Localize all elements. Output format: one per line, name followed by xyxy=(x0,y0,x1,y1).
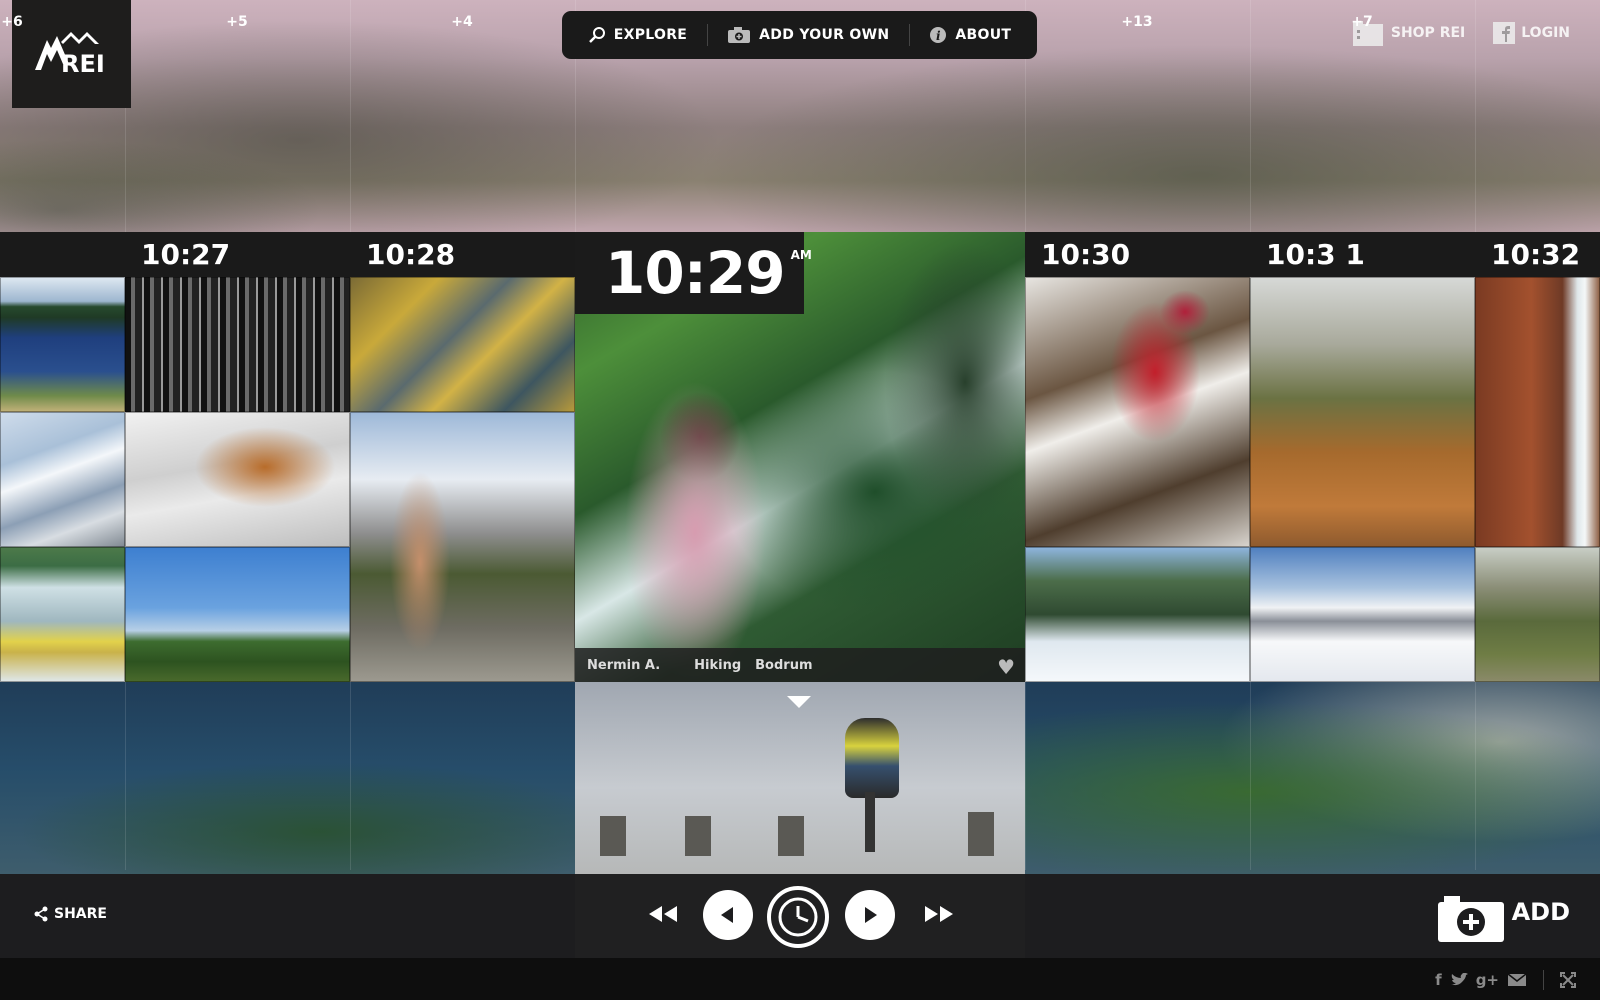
featured-location[interactable]: Bodrum xyxy=(755,658,812,673)
facebook-icon xyxy=(1493,22,1516,44)
trail-post xyxy=(600,816,626,856)
featured-clock: 10:29 AM xyxy=(575,232,812,314)
social-links: f g+ xyxy=(1435,970,1576,990)
add-photo-button[interactable]: ADD xyxy=(1437,894,1570,942)
nav-divider xyxy=(908,24,910,46)
more-photos-count[interactable]: +7 xyxy=(1351,14,1372,30)
add-camera-icon xyxy=(1437,896,1504,942)
trail-post xyxy=(685,816,711,856)
playback-controls-bar: SHARE ADD xyxy=(0,874,1600,958)
cyclist-video-panel[interactable] xyxy=(575,682,1025,874)
photo-snowy-forest[interactable] xyxy=(1025,547,1250,682)
photo-forest-sunburst[interactable] xyxy=(125,277,350,412)
add-label: ADD xyxy=(1511,898,1570,926)
google-plus-share-icon[interactable]: g+ xyxy=(1476,971,1499,989)
more-photos-count[interactable]: +13 xyxy=(1121,14,1152,30)
clock-icon xyxy=(778,897,818,937)
top-right-links: SHOP REI LOGIN xyxy=(1351,20,1570,46)
shop-rei-label: SHOP REI xyxy=(1390,25,1466,41)
photo-child-in-snow[interactable] xyxy=(1025,277,1250,547)
time-bar: 10:27 xyxy=(125,232,350,277)
previous-button[interactable] xyxy=(703,890,753,940)
bike-wheel xyxy=(865,792,875,852)
column-time: 10:27 xyxy=(141,238,231,271)
nav-explore[interactable]: EXPLORE xyxy=(588,26,687,44)
trail-post xyxy=(968,812,994,856)
more-photos-count[interactable]: +4 xyxy=(451,14,472,30)
like-heart-icon[interactable]: ♥ xyxy=(997,655,1015,679)
time-bar-blank xyxy=(0,232,125,277)
featured-user[interactable]: Nermin A. xyxy=(587,658,660,673)
trail-post xyxy=(778,816,804,856)
share-label: SHARE xyxy=(54,906,107,922)
previous-icon xyxy=(721,907,733,923)
photo-misty-trail[interactable] xyxy=(1250,277,1475,547)
footer-bar: f g+ xyxy=(0,958,1600,1000)
featured-activity[interactable]: Hiking xyxy=(694,658,741,673)
photo-lake[interactable] xyxy=(0,277,125,412)
clock-button[interactable] xyxy=(767,886,829,948)
photo-waterfall[interactable] xyxy=(1475,277,1600,547)
email-share-icon[interactable] xyxy=(1507,973,1527,987)
photo-mineral-rock[interactable] xyxy=(350,277,575,412)
rei-logo-icon: REI xyxy=(34,32,105,76)
nav-add-your-own-label: ADD YOUR OWN xyxy=(759,27,890,43)
photo-half-dome-hiker[interactable] xyxy=(350,412,575,682)
column-time: 10:28 xyxy=(366,238,456,271)
photo-everest-hiker[interactable] xyxy=(0,412,125,547)
rei-logo[interactable]: REI xyxy=(12,0,131,108)
footer-divider xyxy=(1543,970,1544,990)
photo-snowy-rocks[interactable] xyxy=(125,412,350,547)
next-button[interactable] xyxy=(845,890,895,940)
featured-photo[interactable]: 10:29 AM Nermin A. Hiking Bodrum ♥ xyxy=(575,232,1025,682)
time-bar: 10:3 1 xyxy=(1250,232,1475,277)
time-bar: 10:28 xyxy=(350,232,575,277)
nav-divider xyxy=(706,24,708,46)
cyclist-figure xyxy=(845,718,899,798)
time-bar: 10:32 xyxy=(1475,232,1600,277)
next-icon xyxy=(865,907,877,923)
column-time: 10:32 xyxy=(1491,238,1581,271)
featured-caption: Nermin A. Hiking Bodrum ♥ xyxy=(575,648,1025,682)
svg-text:i: i xyxy=(936,29,941,43)
featured-ampm: AM xyxy=(790,248,812,262)
column-time: 10:3 1 xyxy=(1266,238,1365,271)
photo-rafting[interactable] xyxy=(0,547,125,682)
column-time: 10:30 xyxy=(1041,238,1131,271)
photo-snowy-peak[interactable] xyxy=(1250,547,1475,682)
login-label: LOGIN xyxy=(1521,25,1570,41)
facebook-share-icon[interactable]: f xyxy=(1435,971,1442,989)
more-photos-count[interactable]: +5 xyxy=(226,14,247,30)
camera-icon xyxy=(728,27,751,43)
fullscreen-icon[interactable] xyxy=(1560,972,1576,988)
time-bar: 10:30 xyxy=(1025,232,1250,277)
search-icon xyxy=(588,27,605,43)
login-link[interactable]: LOGIN xyxy=(1493,22,1570,44)
featured-time: 10:29 xyxy=(605,239,786,307)
nav-about-label: ABOUT xyxy=(955,27,1012,43)
rewind-icon[interactable] xyxy=(647,904,679,924)
svg-text:REI: REI xyxy=(61,50,105,76)
nav-about[interactable]: i ABOUT xyxy=(929,26,1011,44)
nav-add-your-own[interactable]: ADD YOUR OWN xyxy=(727,26,889,44)
photo-backpacker[interactable] xyxy=(1475,547,1600,682)
top-navigation: EXPLORE ADD YOUR OWN i ABOUT xyxy=(562,11,1037,59)
caret-down-icon[interactable] xyxy=(787,696,811,708)
nav-explore-label: EXPLORE xyxy=(613,27,688,43)
playback-controls xyxy=(575,874,1025,958)
share-icon xyxy=(34,906,48,922)
fast-forward-icon[interactable] xyxy=(923,904,955,924)
share-button[interactable]: SHARE xyxy=(34,906,107,922)
twitter-share-icon[interactable] xyxy=(1450,973,1468,987)
photo-forest-vista[interactable] xyxy=(125,547,350,682)
more-photos-count[interactable]: +6 xyxy=(1,14,22,30)
info-icon: i xyxy=(930,27,947,43)
